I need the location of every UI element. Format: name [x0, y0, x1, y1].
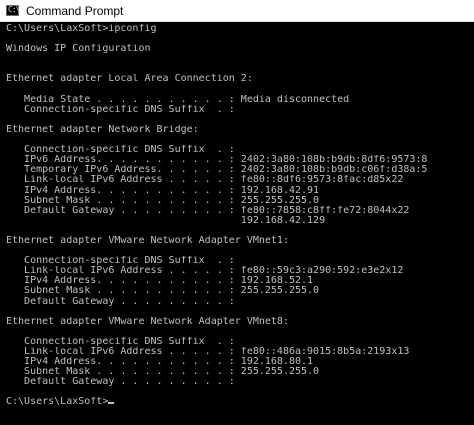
console-line: Ethernet adapter Network Bridge: — [6, 124, 199, 135]
cmd-icon-glyph: C:\ — [8, 5, 20, 14]
console-line: Default Gateway . . . . . . . . . : — [6, 296, 235, 307]
command-prompt-line: C:\Users\LaxSoft> — [6, 397, 474, 407]
console-line: Ethernet adapter VMware Network Adapter … — [6, 316, 289, 327]
text-cursor — [108, 402, 115, 405]
console-line: Default Gateway . . . . . . . . . : fe80… — [6, 205, 410, 216]
console-line: 192.168.42.129 — [6, 215, 326, 226]
console-output[interactable]: C:\Users\LaxSoft>ipconfig Windows IP Conf… — [0, 22, 474, 425]
console-line: Subnet Mask . . . . . . . . . . . : 255.… — [6, 286, 320, 297]
console-line: Link-local IPv6 Address . . . . . : fe80… — [6, 175, 404, 186]
console-line: Temporary IPv6 Address. . . . . . : 2402… — [6, 165, 428, 176]
console-line: Connection-specific DNS Suffix . : — [6, 256, 235, 267]
window-title: Command Prompt — [26, 3, 124, 18]
console-line: Connection-specific DNS Suffix . : — [6, 336, 235, 347]
console-line: Windows IP Configuration — [6, 44, 151, 55]
console-line: Ethernet adapter VMware Network Adapter … — [6, 235, 289, 246]
console-line: Connection-specific DNS Suffix . : — [6, 145, 235, 156]
console-line: IPv6 Address. . . . . . . . . . . : 2402… — [6, 155, 428, 166]
console-line: Link-local IPv6 Address . . . . . : fe80… — [6, 347, 410, 357]
console-line: IPv4 Address. . . . . . . . . . . : 192.… — [6, 185, 320, 196]
console-line: Link-local IPv6 Address . . . . . : fe80… — [6, 266, 404, 277]
console-line: IPv4 Address. . . . . . . . . . . : 192.… — [6, 276, 314, 287]
console-line: Media State . . . . . . . . . . . : Medi… — [6, 94, 350, 105]
console-line: IPv4 Address. . . . . . . . . . . : 192.… — [6, 357, 314, 368]
console-line: Connection-specific DNS Suffix . : — [6, 104, 235, 115]
console-line: C:\Users\LaxSoft>ipconfig — [6, 24, 157, 34]
command-prompt-window[interactable]: C:\ Command Prompt C:\Users\LaxSoft>ipco… — [0, 0, 474, 425]
console-line: Ethernet adapter Local Area Connection 2… — [6, 74, 253, 85]
console-line: Default Gateway . . . . . . . . . : — [6, 377, 235, 388]
title-bar[interactable]: C:\ Command Prompt — [0, 0, 474, 22]
console-line: Subnet Mask . . . . . . . . . . . : 255.… — [6, 367, 320, 378]
console-line: Subnet Mask . . . . . . . . . . . : 255.… — [6, 195, 320, 206]
cmd-icon[interactable]: C:\ — [6, 5, 20, 16]
